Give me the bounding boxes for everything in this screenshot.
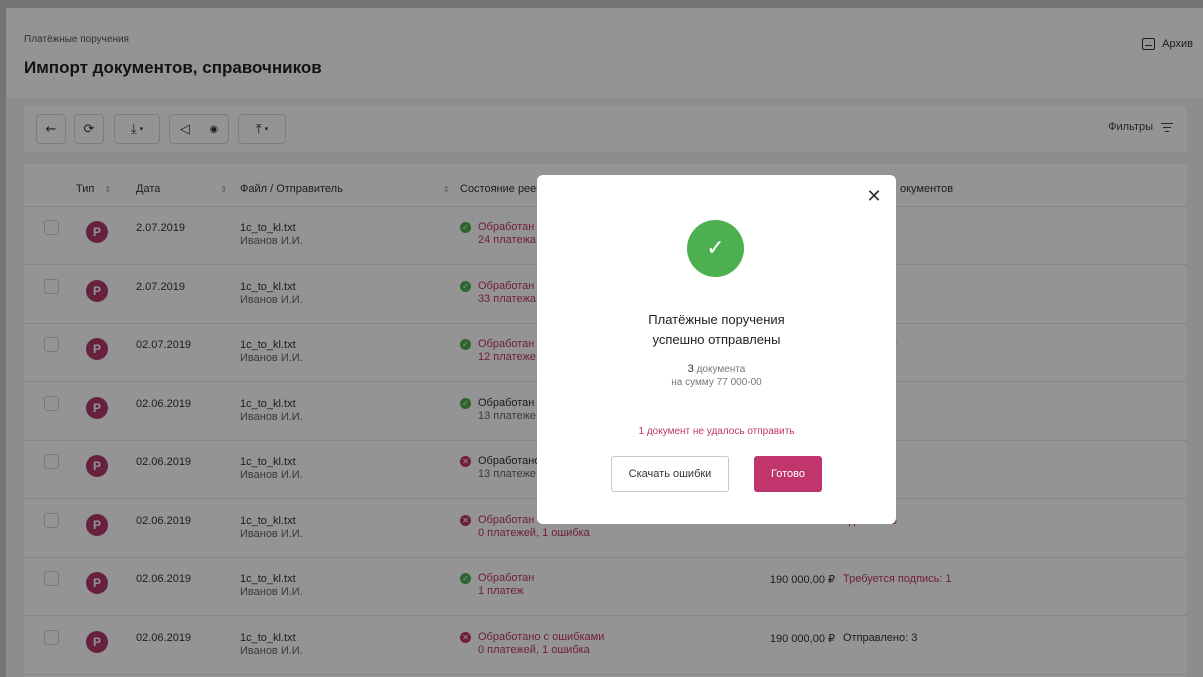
success-check-icon: ✓ <box>687 220 744 277</box>
failed-documents-message: 1 документ не удалось отправить <box>638 426 795 437</box>
done-button[interactable]: Готово <box>754 456 822 492</box>
document-sum: на сумму 77 000-00 <box>671 377 762 388</box>
document-count-label: документа <box>696 364 746 375</box>
close-icon[interactable]: ✕ <box>866 188 882 206</box>
document-count-number: 3 <box>687 363 694 375</box>
dialog-title: Платёжные поручения успешно отправлены <box>537 310 896 350</box>
success-dialog: ✕ ✓ Платёжные поручения успешно отправле… <box>537 175 896 524</box>
download-errors-button[interactable]: Скачать ошибки <box>611 456 729 492</box>
dialog-title-line1: Платёжные поручения <box>648 312 785 327</box>
dialog-title-line2: успешно отправлены <box>652 332 781 347</box>
document-count: 3 документа <box>537 363 896 375</box>
